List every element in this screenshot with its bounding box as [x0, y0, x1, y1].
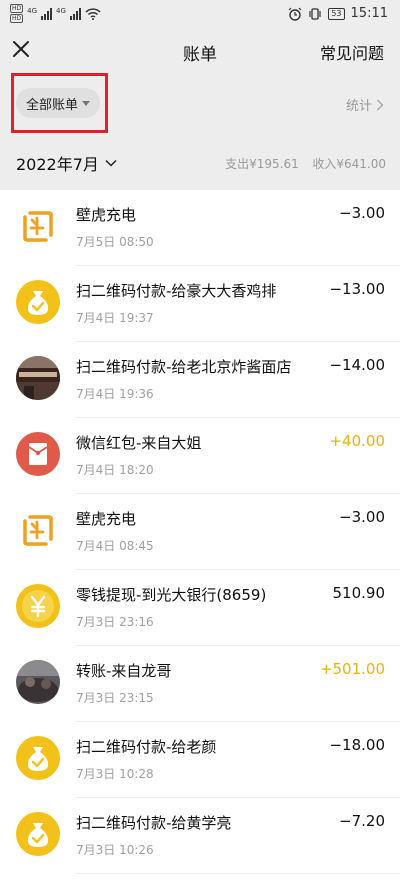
dropdown-triangle-icon	[82, 100, 90, 106]
transaction-list: 壁虎充电 7月5日 08:50 −3.00 扫二维码付款-给豪大大香鸡排 7月4…	[0, 190, 400, 874]
transaction-title: 零钱提现-到光大银行(8659)	[76, 586, 267, 604]
money-bag-icon	[16, 280, 60, 324]
transaction-time: 7月5日 08:50	[76, 235, 154, 249]
row-divider	[76, 873, 400, 874]
network-type: 4G	[56, 6, 66, 15]
transaction-title: 壁虎充电	[76, 206, 137, 224]
expense-total: 支出¥195.61	[225, 157, 299, 171]
yen-coin-icon	[16, 584, 60, 628]
transaction-time: 7月3日 23:15	[76, 691, 154, 705]
chevron-right-icon	[377, 99, 384, 110]
transaction-time: 7月3日 10:28	[76, 767, 154, 781]
transaction-amount: −7.20	[339, 812, 385, 830]
alarm-icon	[288, 7, 302, 21]
hd-badge: HD	[10, 4, 24, 13]
signal-icon	[41, 7, 53, 20]
transaction-row[interactable]: 扫二维码付款-给豪大大香鸡排 7月4日 19:37 −13.00	[0, 266, 400, 342]
transaction-title: 扫二维码付款-给豪大大香鸡排	[76, 282, 277, 300]
hd-indicators: HD HD	[10, 4, 24, 23]
wifi-icon	[85, 7, 101, 20]
battery-indicator: 53	[328, 7, 345, 20]
chevron-down-icon	[105, 159, 117, 167]
status-left: HD HD 4G 4G	[10, 4, 101, 23]
month-selector[interactable]: 2022年7月	[16, 151, 117, 175]
status-right: 53 15:11	[288, 6, 388, 21]
stats-label: 统计	[345, 99, 372, 114]
status-bar: HD HD 4G 4G 53 15:11	[0, 0, 400, 30]
transaction-time: 7月4日 19:37	[76, 311, 154, 325]
faq-link[interactable]: 常见问题	[320, 40, 384, 64]
transaction-amount: −3.00	[339, 204, 385, 222]
close-icon[interactable]	[10, 38, 32, 60]
transaction-row[interactable]: 扫二维码付款-给老颜 7月3日 10:28 −18.00	[0, 722, 400, 798]
transaction-amount: +40.00	[329, 432, 385, 450]
gecko-charge-icon	[23, 515, 53, 546]
money-bag-icon	[16, 736, 60, 780]
red-packet-icon	[16, 432, 60, 476]
user-photo-avatar	[16, 660, 60, 704]
shop-photo-avatar	[16, 356, 60, 400]
transaction-row[interactable]: 扫二维码付款-给黄学亮 7月3日 10:26 −7.20	[0, 798, 400, 874]
transaction-title: 微信红包-来自大姐	[76, 434, 202, 452]
transaction-row[interactable]: 零钱提现-到光大银行(8659) 7月3日 23:16 510.90	[0, 570, 400, 646]
transaction-title: 扫二维码付款-给黄学亮	[76, 814, 232, 832]
transaction-time: 7月3日 23:16	[76, 615, 154, 629]
hd-badge: HD	[10, 14, 24, 23]
transaction-amount: −14.00	[329, 356, 385, 374]
transaction-time: 7月4日 18:20	[76, 463, 154, 477]
transaction-title: 扫二维码付款-给老北京炸酱面店	[76, 358, 292, 376]
month-summary: 支出¥195.61 收入¥641.00	[225, 155, 386, 172]
signal-icon	[69, 7, 81, 20]
bill-type-filter-button[interactable]: 全部账单	[16, 88, 100, 118]
transaction-time: 7月4日 08:45	[76, 539, 154, 553]
gecko-charge-icon	[23, 211, 53, 242]
transaction-row[interactable]: 壁虎充电 7月5日 08:50 −3.00	[0, 190, 400, 266]
transaction-title: 扫二维码付款-给老颜	[76, 738, 217, 756]
transaction-row[interactable]: 转账-来自龙哥 7月3日 23:15 +501.00	[0, 646, 400, 722]
transaction-title: 转账-来自龙哥	[76, 662, 172, 680]
month-bar: 2022年7月 支出¥195.61 收入¥641.00	[0, 134, 400, 190]
filter-label: 全部账单	[25, 97, 78, 113]
transaction-amount: −18.00	[329, 736, 385, 754]
clock: 15:11	[350, 6, 388, 21]
transaction-amount: 510.90	[332, 584, 386, 602]
transaction-row[interactable]: 扫二维码付款-给老北京炸酱面店 7月4日 19:36 −14.00	[0, 342, 400, 418]
title-bar: 账单 常见问题	[0, 30, 400, 72]
month-label: 2022年7月	[16, 155, 99, 174]
vibrate-icon	[309, 7, 321, 20]
transaction-amount: −3.00	[339, 508, 385, 526]
money-bag-icon	[16, 812, 60, 856]
transaction-time: 7月4日 19:36	[76, 387, 154, 401]
income-total: 收入¥641.00	[312, 157, 386, 171]
transaction-amount: −13.00	[329, 280, 385, 298]
transaction-amount: +501.00	[319, 660, 385, 678]
transaction-row[interactable]: 壁虎充电 7月4日 08:45 −3.00	[0, 494, 400, 570]
filter-bar: 全部账单 统计	[0, 72, 400, 134]
transaction-title: 壁虎充电	[76, 510, 137, 528]
transaction-time: 7月3日 10:26	[76, 843, 154, 857]
transaction-row[interactable]: 微信红包-来自大姐 7月4日 18:20 +40.00	[0, 418, 400, 494]
network-type: 4G	[27, 6, 38, 15]
stats-link[interactable]: 统计	[346, 95, 384, 114]
